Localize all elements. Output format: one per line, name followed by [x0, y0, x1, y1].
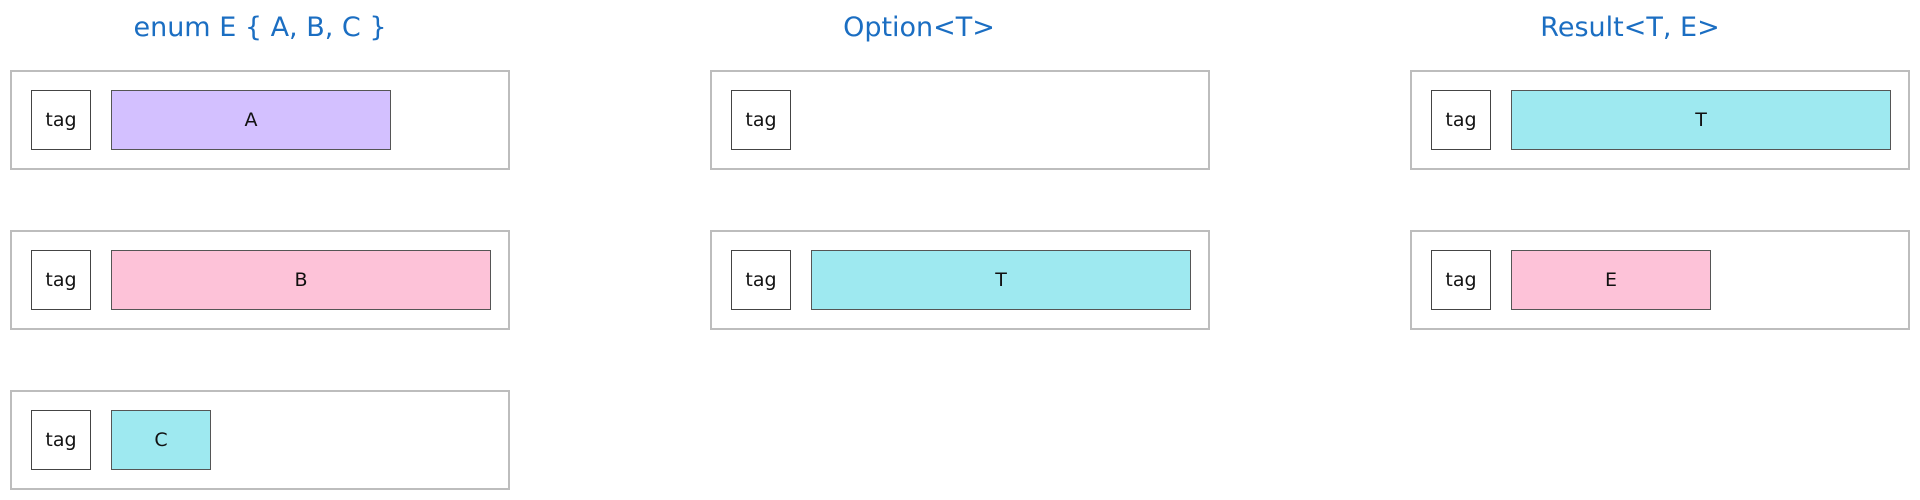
enum-variant-c-box: tag C	[10, 390, 510, 490]
result-panel-title: Result<T, E>	[1540, 12, 1720, 43]
tag-cell: tag	[31, 90, 91, 150]
result-ok-box: tag T	[1410, 70, 1910, 170]
tag-cell: tag	[1431, 250, 1491, 310]
result-err-payload: E	[1511, 250, 1711, 310]
tag-cell: tag	[731, 90, 791, 150]
option-some-box: tag T	[710, 230, 1210, 330]
enum-variant-a-box: tag A	[10, 70, 510, 170]
enum-variant-b-box: tag B	[10, 230, 510, 330]
result-err-box: tag E	[1410, 230, 1910, 330]
tag-cell: tag	[1431, 90, 1491, 150]
tag-cell: tag	[731, 250, 791, 310]
variant-c-payload: C	[111, 410, 211, 470]
variant-b-payload: B	[111, 250, 491, 310]
tag-cell: tag	[31, 250, 91, 310]
enum-panel-title: enum E { A, B, C }	[133, 12, 387, 43]
variant-a-payload: A	[111, 90, 391, 150]
option-none-box: tag	[710, 70, 1210, 170]
tag-cell: tag	[31, 410, 91, 470]
result-ok-payload: T	[1511, 90, 1891, 150]
option-panel-title: Option<T>	[843, 12, 995, 43]
option-some-payload: T	[811, 250, 1191, 310]
